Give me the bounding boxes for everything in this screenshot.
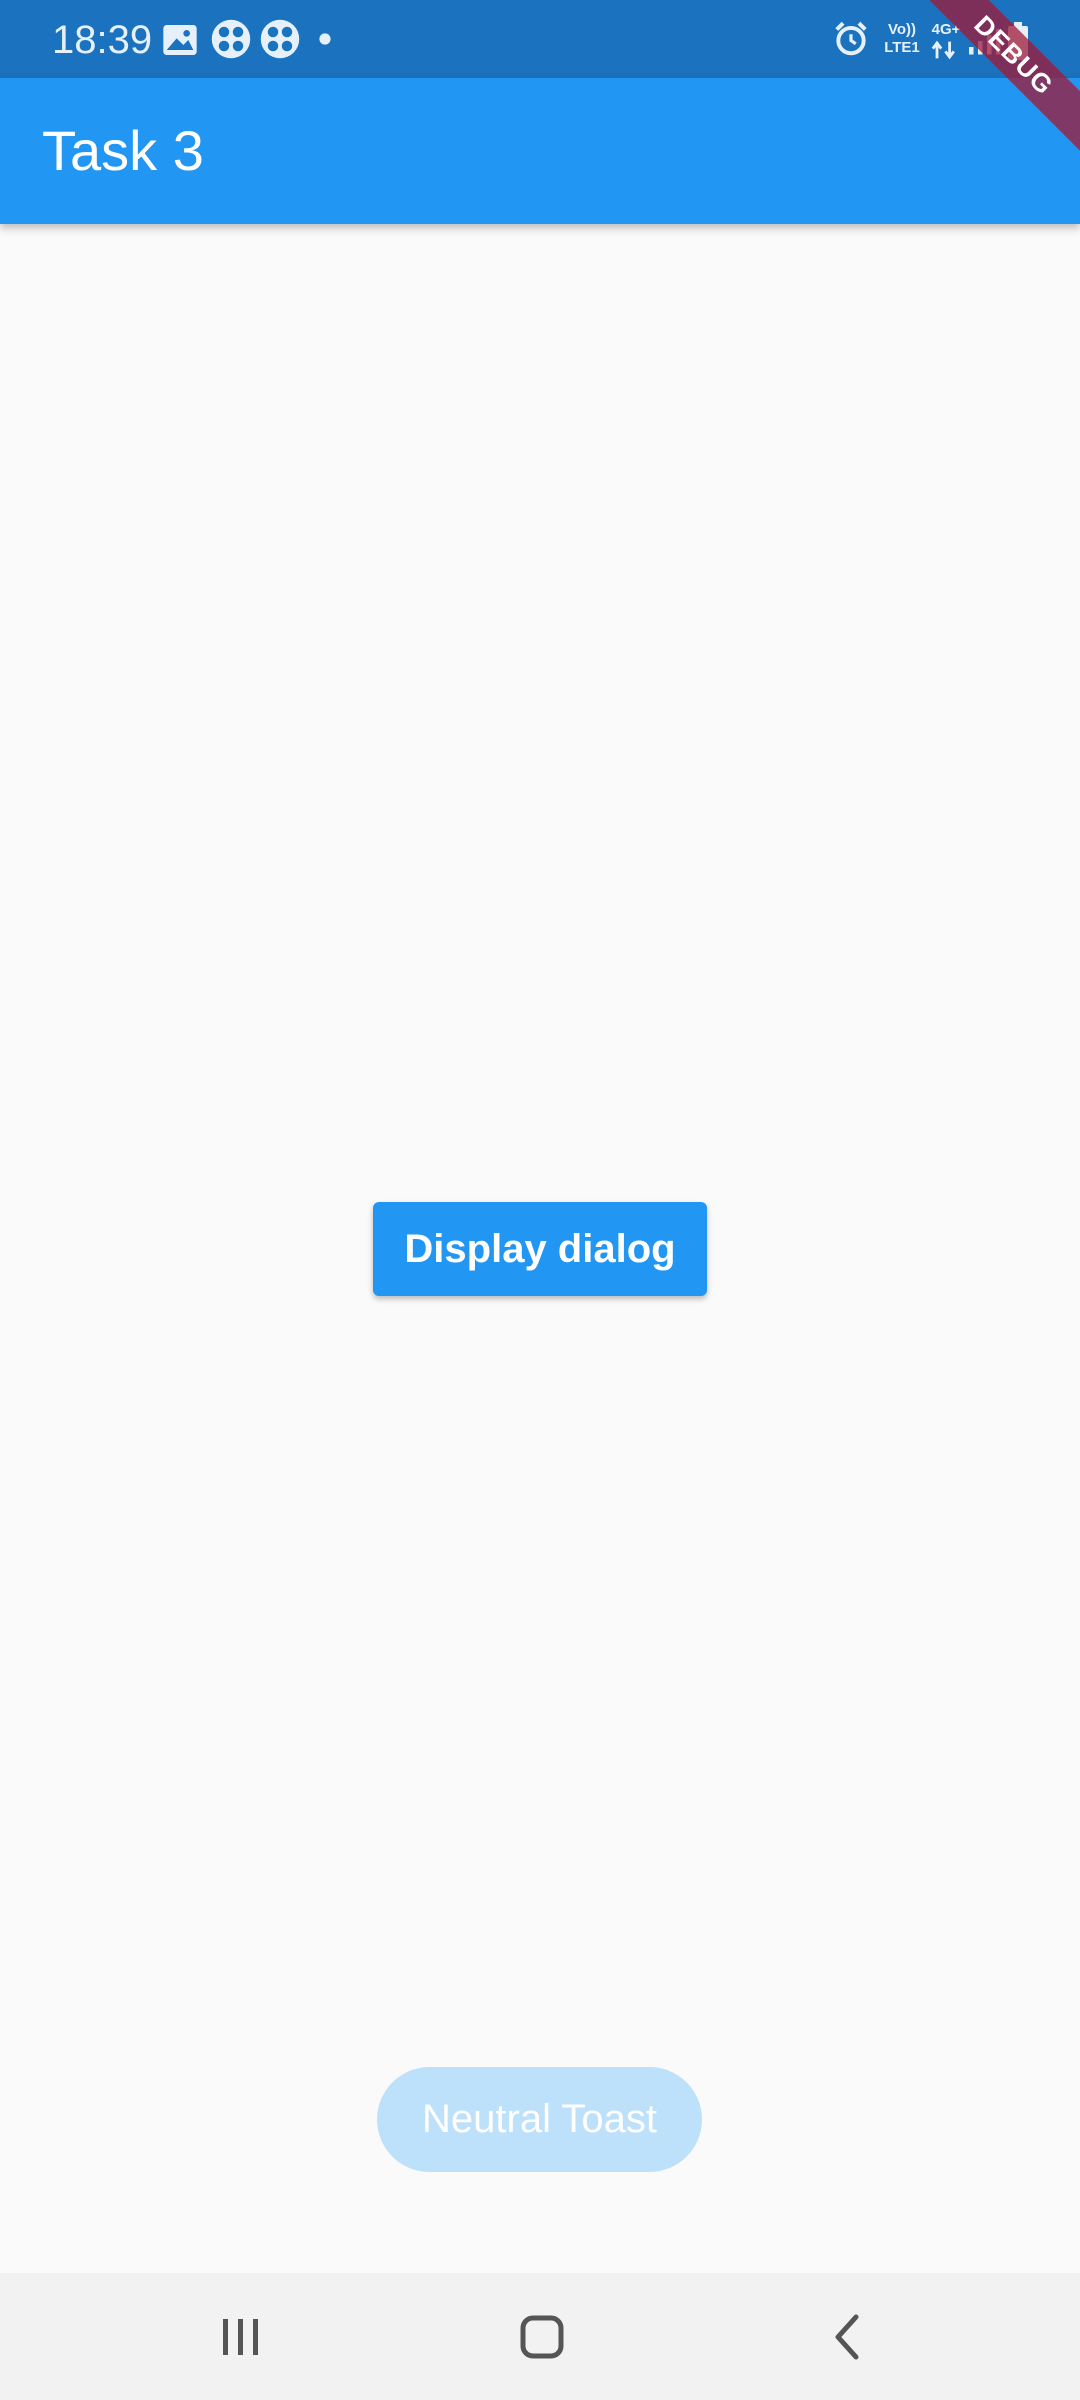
display-dialog-button[interactable]: Display dialog	[373, 1202, 707, 1296]
battery-icon	[1006, 22, 1030, 62]
neutral-toast: Neutral Toast	[377, 2067, 702, 2172]
dot-icon	[318, 32, 332, 46]
home-icon[interactable]	[482, 2291, 602, 2381]
recents-icon[interactable]	[180, 2291, 300, 2381]
status-bar: 18:39 Vo)) LTE1 4G+	[0, 0, 1080, 78]
network-type: 4G+	[931, 21, 961, 38]
page-title: Task 3	[42, 119, 204, 182]
data-arrows-icon	[930, 40, 958, 60]
volte-indicator-top: Vo))	[887, 21, 917, 38]
alarm-icon	[832, 20, 870, 58]
navigation-bar	[0, 2273, 1080, 2400]
app-bar: Task 3	[0, 78, 1080, 224]
pinwheel-icon	[210, 18, 252, 60]
image-icon	[160, 20, 200, 60]
screen: 18:39 Vo)) LTE1 4G+ Task 3 DEBUG Display…	[0, 0, 1080, 2400]
pinwheel-icon	[259, 18, 301, 60]
back-icon[interactable]	[786, 2291, 906, 2381]
signal-icon	[966, 26, 1002, 56]
status-time: 18:39	[52, 18, 153, 62]
volte-indicator-bottom: LTE1	[884, 39, 920, 56]
